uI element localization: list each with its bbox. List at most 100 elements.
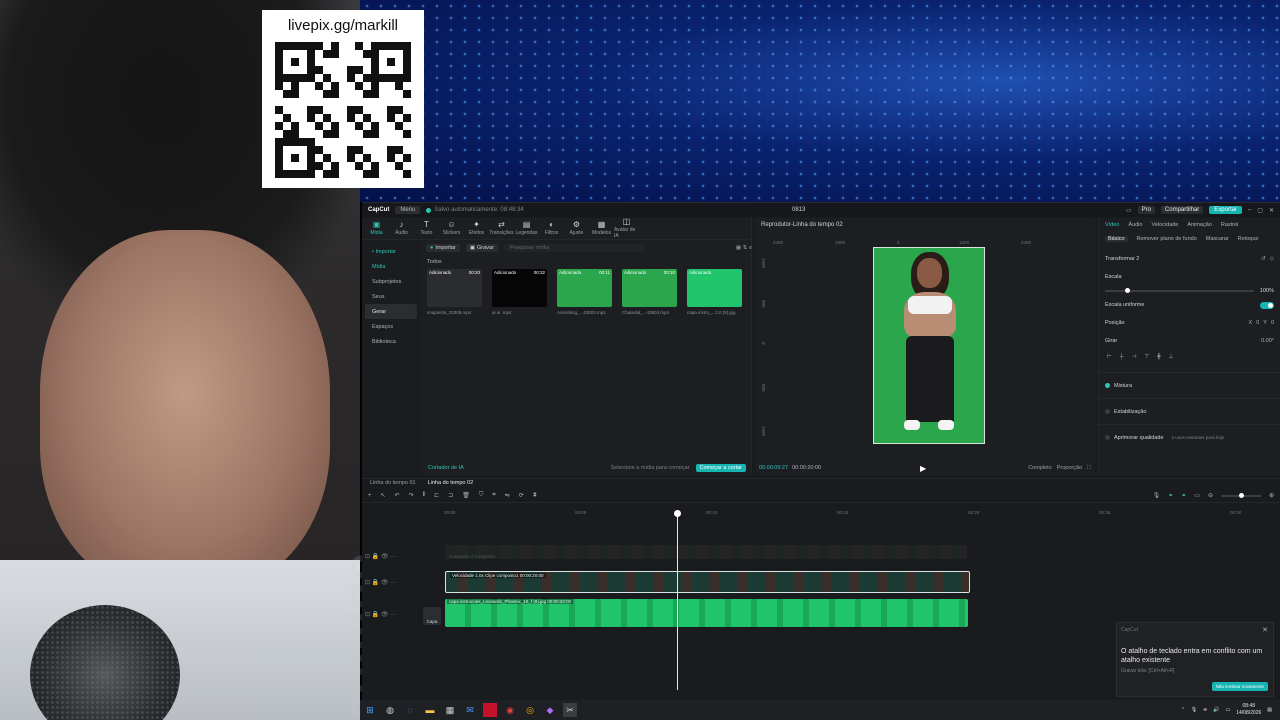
position-y-input[interactable]: 0 bbox=[1271, 320, 1274, 326]
network-icon[interactable]: ⌯ bbox=[1203, 707, 1207, 713]
keyframe-icon[interactable]: ◇ bbox=[1270, 256, 1274, 262]
toast-dismiss-button[interactable]: Não lembrar novamente bbox=[1211, 682, 1268, 691]
redo-icon[interactable]: ↷ bbox=[409, 492, 414, 499]
media-item[interactable]: Adicionado 00:20 snapinsta_33308.mp4 bbox=[427, 269, 482, 315]
marker-icon[interactable]: ⛉ bbox=[479, 492, 484, 499]
tab-timeline-02[interactable]: Linha do tempo 02 bbox=[428, 480, 474, 488]
enhance-section[interactable]: Aprimorar qualidade bbox=[1114, 435, 1164, 441]
zoom-out-icon[interactable]: ⊖ bbox=[1208, 492, 1213, 499]
position-x-input[interactable]: 0 bbox=[1256, 320, 1259, 326]
tool-1[interactable]: ♪ Áudio bbox=[389, 218, 414, 239]
menu-button[interactable]: Menu bbox=[395, 206, 421, 214]
align-center-icon[interactable]: ┼ bbox=[1120, 354, 1124, 360]
layout-icon[interactable]: ▭ bbox=[1126, 207, 1132, 214]
split-left-icon[interactable]: ⊏ bbox=[434, 492, 439, 499]
export-button[interactable]: Exportar bbox=[1209, 206, 1242, 214]
close-icon[interactable]: ✕ bbox=[1269, 207, 1274, 214]
maximize-icon[interactable]: ▢ bbox=[1257, 207, 1263, 214]
tray-chevron-icon[interactable]: ⌃ bbox=[1181, 707, 1185, 713]
tool-0[interactable]: ▣ Mídia bbox=[364, 218, 389, 239]
share-button[interactable]: Compartilhar bbox=[1160, 206, 1204, 214]
link-icon[interactable]: ⚭ bbox=[1168, 492, 1173, 499]
proportion-select[interactable]: Proporção bbox=[1057, 465, 1082, 472]
inspector-tab-2[interactable]: Velocidade bbox=[1151, 222, 1178, 228]
snap-icon[interactable]: ⚭ bbox=[1181, 492, 1186, 499]
blend-section[interactable]: Mistura bbox=[1114, 383, 1132, 389]
notification-icon[interactable]: ▤ bbox=[1267, 707, 1272, 713]
playhead[interactable] bbox=[674, 510, 681, 690]
scale-value[interactable]: 100% bbox=[1260, 288, 1274, 294]
mirror-icon[interactable]: ⇋ bbox=[505, 492, 510, 499]
edge-icon[interactable]: ◌ bbox=[403, 703, 417, 717]
rotate-input[interactable]: 0.00° bbox=[1261, 338, 1274, 344]
tool-2[interactable]: T Texto bbox=[414, 218, 439, 239]
start-icon[interactable]: ⊞ bbox=[363, 703, 377, 717]
app-purple-icon[interactable]: ◆ bbox=[543, 703, 557, 717]
sidebar-item-2[interactable]: Subprojetos bbox=[365, 274, 417, 289]
align-middle-icon[interactable]: ╋ bbox=[1157, 354, 1160, 360]
app-red-icon[interactable] bbox=[483, 703, 497, 717]
track-controls-1[interactable]: ⊡ 🔒 👁 ··· bbox=[362, 553, 422, 560]
record-button[interactable]: ▣ Gravar bbox=[465, 244, 498, 252]
inspector-tab-4[interactable]: Rastrei bbox=[1221, 222, 1238, 228]
stabilize-section[interactable]: Estabilização bbox=[1114, 409, 1146, 415]
select-tool-icon[interactable]: ↖ bbox=[381, 492, 386, 499]
inspector-subtab-1[interactable]: Remover plano de fundo bbox=[1137, 236, 1197, 242]
pro-button[interactable]: Pro bbox=[1137, 206, 1155, 214]
tool-10[interactable]: ◫ Avatar de IA bbox=[614, 218, 639, 240]
reset-icon[interactable]: ↺ bbox=[1261, 256, 1266, 262]
sidebar-item-5[interactable]: Espaços bbox=[365, 319, 417, 334]
volume-icon[interactable]: 🔊 bbox=[1213, 707, 1219, 713]
view-options-icon[interactable]: ▦ ⇅ ≡ bbox=[736, 245, 752, 251]
ghost-clip[interactable]: Composto 2 Composto bbox=[445, 545, 967, 559]
zoom-slider[interactable] bbox=[1220, 492, 1261, 498]
tool-8[interactable]: ⚙ Ajuste bbox=[564, 218, 589, 239]
inspector-tab-3[interactable]: Animação bbox=[1187, 222, 1211, 228]
rotate-icon[interactable]: ⟳ bbox=[519, 492, 524, 499]
sidebar-item-4[interactable]: Gerar bbox=[365, 304, 417, 319]
tool-4[interactable]: ✦ Efeitos bbox=[464, 218, 489, 239]
inspector-tab-1[interactable]: Áudio bbox=[1128, 222, 1142, 228]
preview-canvas[interactable] bbox=[873, 247, 985, 444]
cover-button[interactable]: Capa bbox=[423, 607, 441, 625]
explorer-icon[interactable]: ▬ bbox=[423, 703, 437, 717]
scale-slider[interactable] bbox=[1105, 288, 1254, 293]
delete-icon[interactable]: 🗑 bbox=[462, 492, 470, 499]
transform-heading[interactable]: Transformar 2 bbox=[1105, 256, 1139, 262]
image-clip[interactable]: capa instrucoes_Leonardo_Phoenix_10_f (8… bbox=[445, 599, 968, 627]
media-item[interactable]: Adicionado 00:10 Chatedat_...43803.mp4 bbox=[622, 269, 677, 315]
battery-icon[interactable]: ▭ bbox=[1226, 707, 1231, 713]
tool-9[interactable]: ▦ Modelos bbox=[589, 218, 614, 239]
track-controls-3[interactable]: ⊡ 🔒 👁 ··· bbox=[362, 611, 422, 618]
uniform-scale-toggle[interactable] bbox=[1260, 301, 1274, 309]
speed-icon[interactable]: ⧗ bbox=[533, 492, 537, 499]
play-icon[interactable]: ▶ bbox=[920, 464, 926, 473]
media-item[interactable]: Adicionado capa instru_...2,0 (8).jpg bbox=[687, 269, 742, 315]
align-top-icon[interactable]: ⊤ bbox=[1145, 354, 1150, 360]
media-search-input[interactable]: Pesquisar mídia bbox=[503, 244, 644, 252]
inspector-subtab-3[interactable]: Retoque bbox=[1238, 236, 1259, 242]
sidebar-item-1[interactable]: Mídia bbox=[365, 259, 417, 274]
tool-5[interactable]: ⇄ Transições bbox=[489, 218, 514, 239]
align-right-icon[interactable]: ⊣ bbox=[1132, 354, 1137, 360]
minimize-icon[interactable]: – bbox=[1248, 207, 1251, 213]
sidebar-item-3[interactable]: Seus bbox=[365, 289, 417, 304]
crop-icon[interactable]: ⌗ bbox=[492, 492, 495, 499]
preview-axis-icon[interactable]: ▭ bbox=[1194, 492, 1200, 499]
align-left-icon[interactable]: ⊢ bbox=[1107, 354, 1112, 360]
split-right-icon[interactable]: ⊐ bbox=[448, 492, 453, 499]
sidebar-item-6[interactable]: Biblioteca bbox=[365, 334, 417, 349]
ai-cutter-link[interactable]: Cortador de IA bbox=[428, 465, 464, 471]
media-item[interactable]: Adicionado 00:11 Animating_...43803.mp4 bbox=[557, 269, 612, 315]
tool-3[interactable]: ☺ Stickers bbox=[439, 218, 464, 239]
start-cutting-button[interactable]: Começar a cortar bbox=[695, 464, 746, 472]
mic-icon[interactable]: 🎙 bbox=[1153, 492, 1161, 499]
store-icon[interactable]: ▦ bbox=[443, 703, 457, 717]
mail-icon[interactable]: ✉ bbox=[463, 703, 477, 717]
capcut-taskbar-icon[interactable]: ✂ bbox=[563, 703, 577, 717]
zoom-in-icon[interactable]: ⊕ bbox=[1269, 492, 1274, 499]
inspector-subtab-2[interactable]: Mascarar bbox=[1206, 236, 1229, 242]
compound-clip[interactable]: Velocidade 1.0x Clipe composto1 00:00:20… bbox=[445, 571, 970, 593]
tab-timeline-01[interactable]: Linha do tempo 01 bbox=[370, 480, 416, 488]
media-item[interactable]: Adicionado 00:32 ai ai .mp4 bbox=[492, 269, 547, 315]
